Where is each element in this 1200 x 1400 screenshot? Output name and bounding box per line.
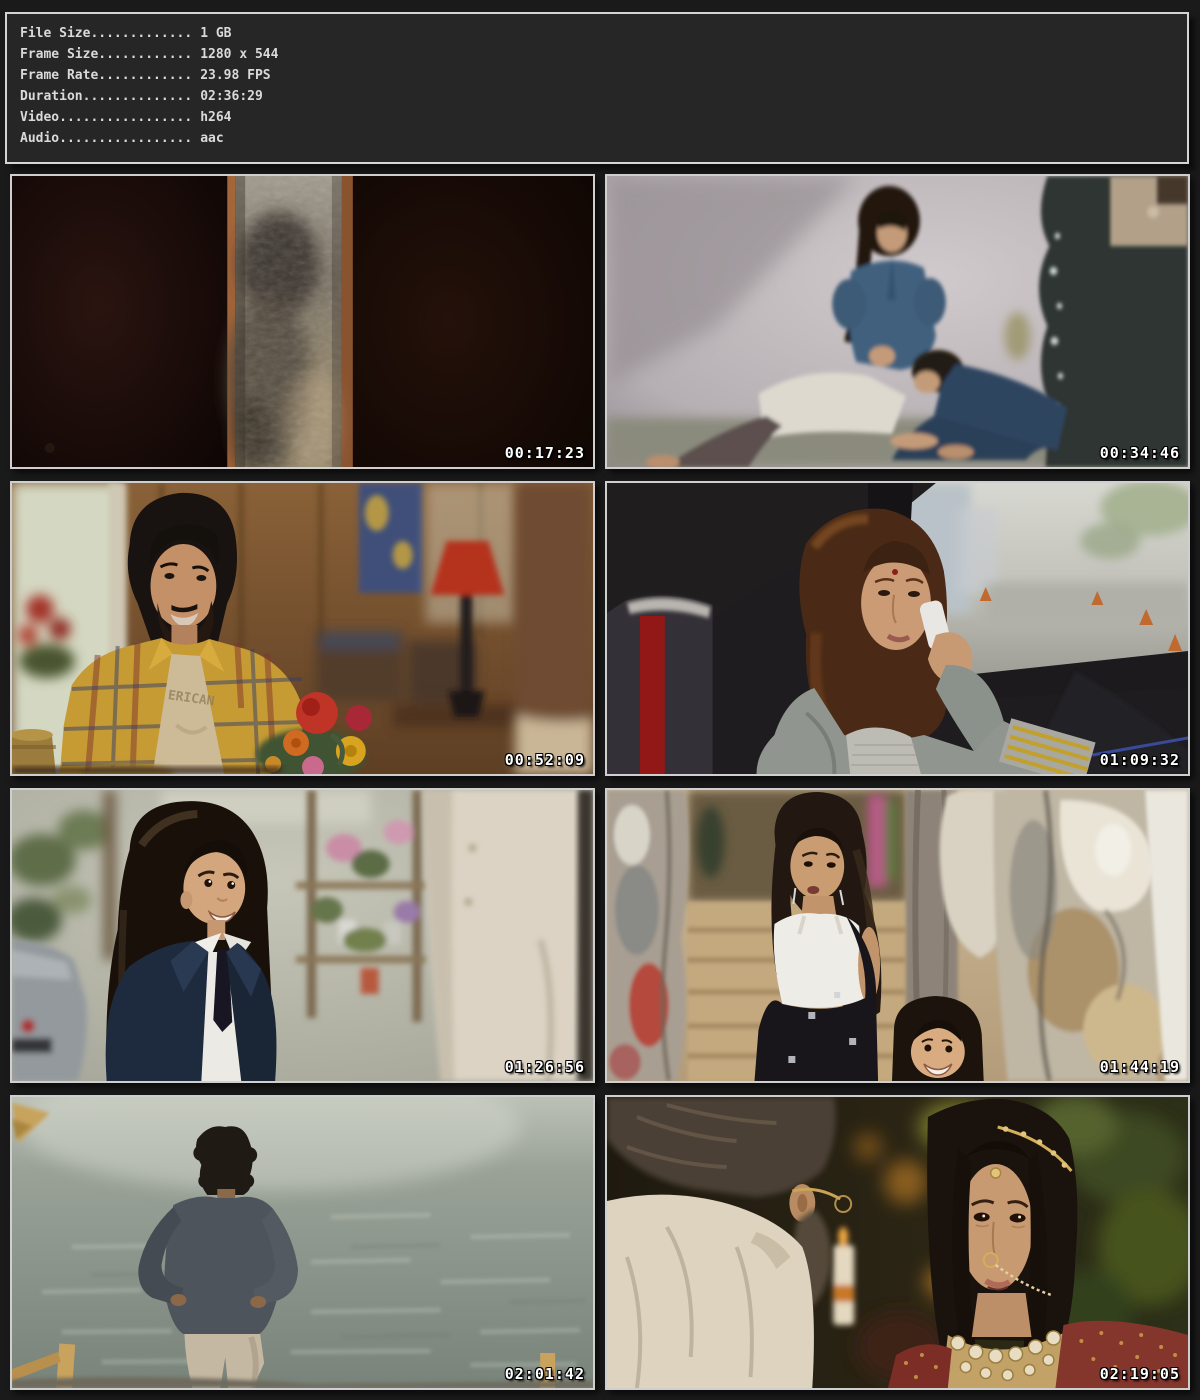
screenshot-thumb-7[interactable]: 02:01:42 xyxy=(10,1095,595,1390)
scene-cafe-plaid-shirt: ERICAN xyxy=(12,483,593,774)
scene-car-phone-call xyxy=(607,483,1188,774)
media-info-panel: File Size.............1 GB Frame Size...… xyxy=(5,12,1189,164)
info-label: Audio................. xyxy=(20,131,192,146)
timestamp-overlay: 00:34:46 xyxy=(1100,444,1180,462)
info-value: aac xyxy=(192,131,223,146)
scene-black-saree-market xyxy=(607,790,1188,1081)
info-label: Frame Size............ xyxy=(20,47,192,62)
scene-frosted-glass-silhouette xyxy=(12,176,593,467)
scene-bride-candlelight xyxy=(607,1097,1188,1388)
info-label: Frame Rate............ xyxy=(20,68,192,83)
scene-man-facing-sea xyxy=(12,1097,593,1388)
screenshot-thumb-8[interactable]: 02:19:05 xyxy=(605,1095,1190,1390)
info-label: File Size............. xyxy=(20,26,192,41)
info-row-frame-rate: Frame Rate............23.98 FPS xyxy=(20,65,1187,86)
screenshot-thumb-5[interactable]: 01:26:56 xyxy=(10,788,595,1083)
info-row-duration: Duration..............02:36:29 xyxy=(20,86,1187,107)
screenshot-grid: 00:17:23 xyxy=(10,174,1190,1390)
screenshot-thumb-1[interactable]: 00:17:23 xyxy=(10,174,595,469)
info-label: Duration.............. xyxy=(20,89,192,104)
timestamp-overlay: 02:01:42 xyxy=(505,1365,585,1383)
info-value: h264 xyxy=(192,110,231,125)
timestamp-overlay: 02:19:05 xyxy=(1100,1365,1180,1383)
info-row-audio: Audio.................aac xyxy=(20,128,1187,149)
screenshot-thumb-4[interactable]: 01:09:32 xyxy=(605,481,1190,776)
timestamp-overlay: 00:52:09 xyxy=(505,751,585,769)
timestamp-overlay: 01:44:19 xyxy=(1100,1058,1180,1076)
info-value: 1280 x 544 xyxy=(192,47,278,62)
info-row-video: Video.................h264 xyxy=(20,107,1187,128)
info-value: 1 GB xyxy=(192,26,231,41)
info-row-file-size: File Size.............1 GB xyxy=(20,23,1187,44)
timestamp-overlay: 01:09:32 xyxy=(1100,751,1180,769)
info-label: Video................. xyxy=(20,110,192,125)
screenshot-thumb-2[interactable]: 00:34:46 xyxy=(605,174,1190,469)
timestamp-overlay: 01:26:56 xyxy=(505,1058,585,1076)
scene-woman-consoling-boy xyxy=(607,176,1188,467)
info-value: 23.98 FPS xyxy=(192,68,270,83)
screenshot-thumb-6[interactable]: 01:44:19 xyxy=(605,788,1190,1083)
screenshot-thumb-3[interactable]: ERICAN 00:52:09 xyxy=(10,481,595,776)
info-row-frame-size: Frame Size............1280 x 544 xyxy=(20,44,1187,65)
info-value: 02:36:29 xyxy=(192,89,263,104)
scene-girl-blazer-flower-shop xyxy=(12,790,593,1081)
timestamp-overlay: 00:17:23 xyxy=(505,444,585,462)
